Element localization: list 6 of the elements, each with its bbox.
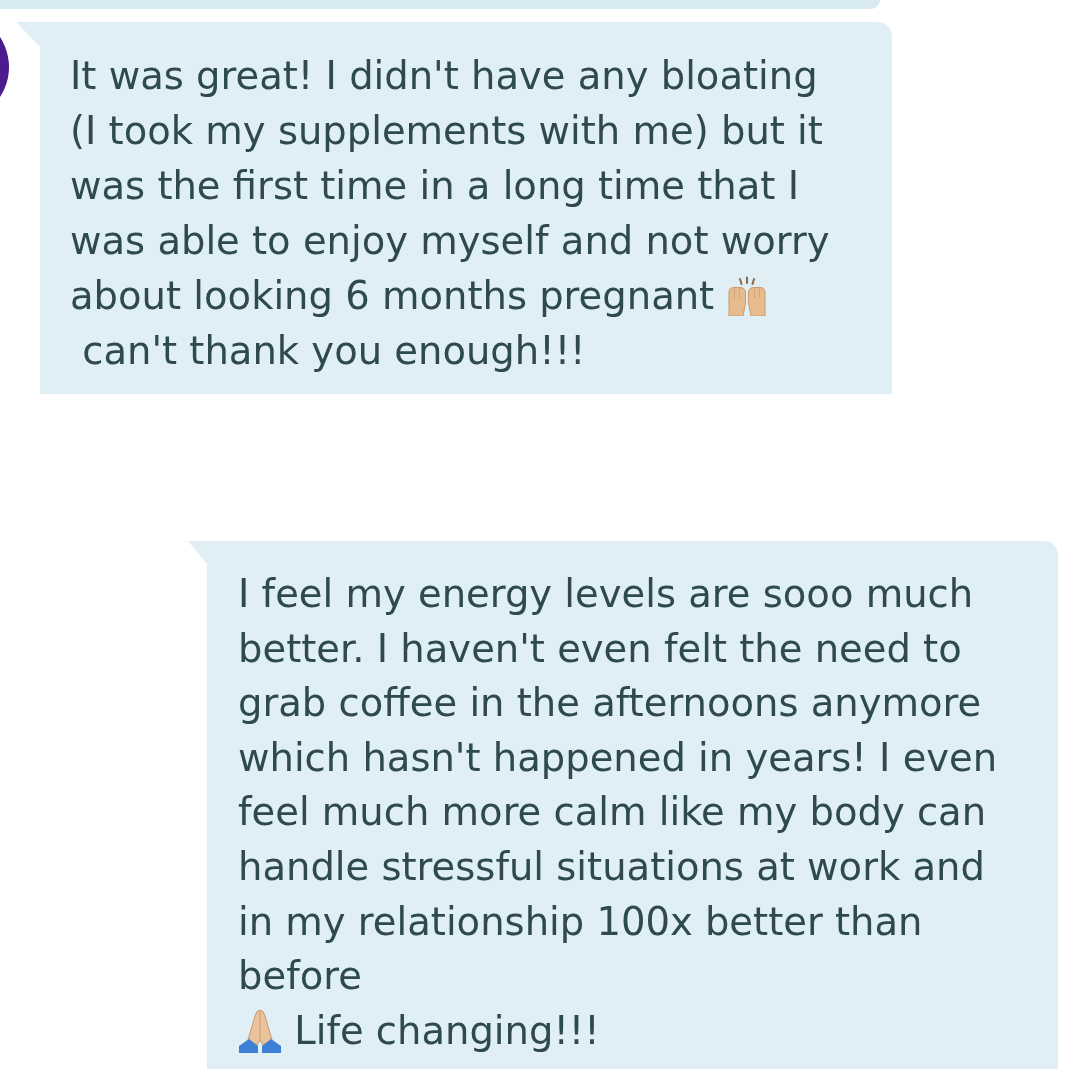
message-text: can't thank you enough!!! <box>81 328 586 373</box>
message-text: Life changing!!! <box>293 1007 600 1053</box>
message-text: I feel my energy levels are sooo much better. I haven't even felt the need to grab coffee in the afternoons anymore which hasn't happened in years! I even feel much more calm like my body can handle stressful situations at work and in my relationship 100x better than before <box>238 571 999 999</box>
praying-hands-icon <box>238 1009 282 1054</box>
message-text: about looking 6 months pregnant <box>70 273 715 318</box>
raised-hands-icon <box>726 275 769 316</box>
